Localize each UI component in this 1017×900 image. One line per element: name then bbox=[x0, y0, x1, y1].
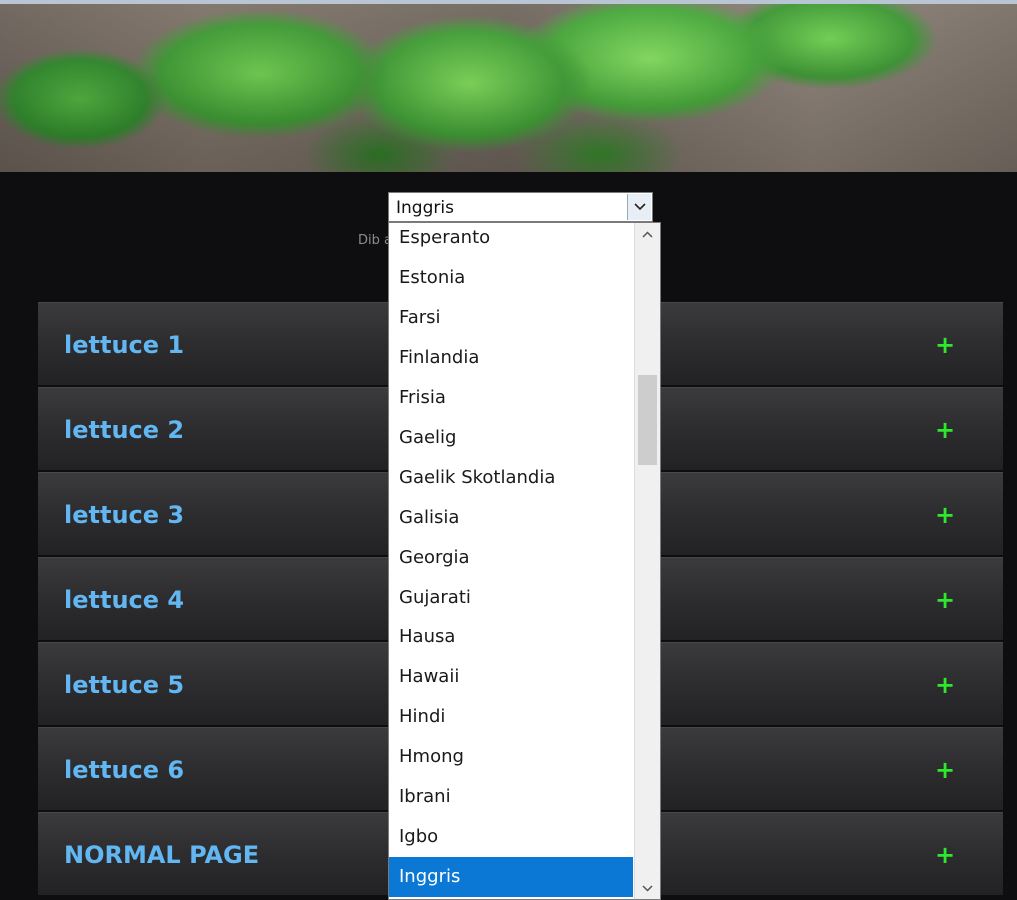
language-option[interactable]: Georgia bbox=[389, 540, 633, 576]
accordion-title: lettuce 4 bbox=[64, 586, 185, 614]
accordion-title: lettuce 6 bbox=[64, 756, 185, 784]
language-option[interactable]: Hawaii bbox=[389, 659, 633, 695]
language-option[interactable]: Hausa bbox=[389, 619, 633, 655]
language-option[interactable]: Estonia bbox=[389, 260, 633, 296]
dropdown-scrollbar[interactable] bbox=[634, 223, 660, 899]
accordion-title: lettuce 5 bbox=[64, 671, 185, 699]
language-option-selected[interactable]: Inggris bbox=[389, 857, 633, 897]
accordion-title: lettuce 3 bbox=[64, 501, 185, 529]
accordion-title: lettuce 1 bbox=[64, 331, 185, 359]
language-option[interactable]: Hmong bbox=[389, 739, 633, 775]
expand-plus-icon[interactable]: + bbox=[935, 331, 955, 359]
expand-plus-icon[interactable]: + bbox=[935, 756, 955, 784]
expand-plus-icon[interactable]: + bbox=[935, 586, 955, 614]
expand-plus-icon[interactable]: + bbox=[935, 841, 955, 869]
expand-plus-icon[interactable]: + bbox=[935, 501, 955, 529]
language-select-value: Inggris bbox=[396, 198, 454, 218]
language-option[interactable]: Finlandia bbox=[389, 340, 633, 376]
accordion-title: NORMAL PAGE bbox=[64, 841, 260, 869]
language-option[interactable]: Gaelik Skotlandia bbox=[389, 460, 633, 496]
language-option[interactable]: Igbo bbox=[389, 819, 633, 855]
header-banner-image bbox=[0, 0, 1017, 172]
language-option[interactable]: Frisia bbox=[389, 380, 633, 416]
language-option[interactable]: Galisia bbox=[389, 500, 633, 536]
language-dropdown-list[interactable]: Esperanto Estonia Farsi Finlandia Frisia… bbox=[388, 222, 661, 900]
language-option[interactable]: Farsi bbox=[389, 300, 633, 336]
expand-plus-icon[interactable]: + bbox=[935, 416, 955, 444]
expand-plus-icon[interactable]: + bbox=[935, 671, 955, 699]
chevron-up-icon[interactable] bbox=[635, 223, 660, 245]
language-option[interactable]: Hindi bbox=[389, 699, 633, 735]
accordion-title: lettuce 2 bbox=[64, 416, 185, 444]
scrollbar-thumb[interactable] bbox=[638, 375, 657, 465]
language-option[interactable]: Esperanto bbox=[389, 223, 633, 256]
language-option[interactable]: Gujarati bbox=[389, 580, 633, 616]
chevron-down-icon[interactable] bbox=[627, 194, 651, 220]
language-option[interactable]: Ibrani bbox=[389, 779, 633, 815]
language-select[interactable]: Inggris bbox=[388, 192, 653, 222]
language-option[interactable]: Gaelig bbox=[389, 420, 633, 456]
chevron-down-icon[interactable] bbox=[635, 877, 660, 899]
banner-shade bbox=[0, 4, 1017, 172]
